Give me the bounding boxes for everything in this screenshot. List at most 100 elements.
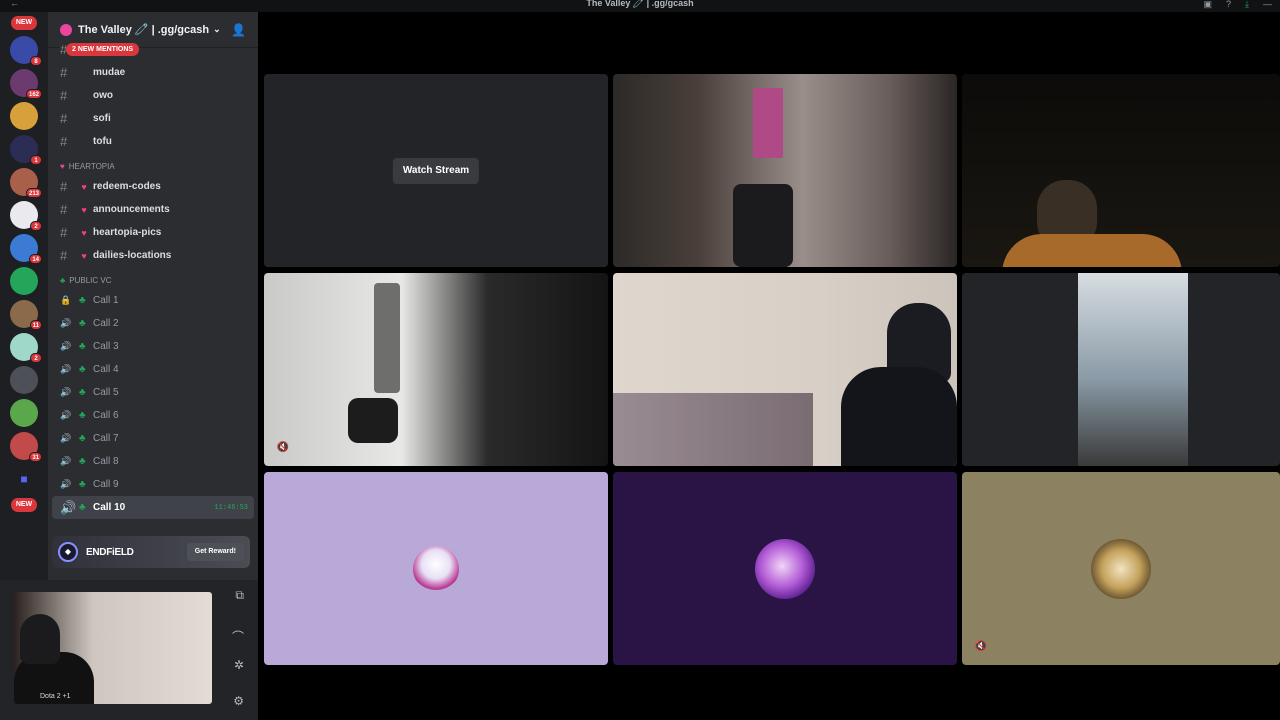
user-avatar — [1091, 538, 1151, 599]
user-panel: Dota 2 +1 ⧉ ⌒ ✲ ⚙ — [0, 580, 258, 720]
voice-channel-call-10[interactable]: 🔊 ♣ Call 10 11:46:53 — [52, 496, 254, 519]
channel-name: Call 5 — [93, 387, 119, 398]
hash-icon: # — [60, 111, 68, 126]
headphones-icon[interactable]: ⌒ — [232, 628, 244, 645]
unread-badge: 31 — [29, 452, 42, 462]
title-bar: ← The Valley 🧷 | .gg/gcash ▣ ? ⤓ — — [0, 0, 1280, 12]
channel-call-8[interactable]: 🔊 ♣ Call 8 — [48, 450, 258, 473]
channel-sofi[interactable]: # sofi — [48, 107, 258, 130]
channel-heartopia-pics[interactable]: # ♥ heartopia-pics — [48, 221, 258, 244]
server-icon[interactable]: 11 — [10, 300, 42, 330]
self-camera-preview[interactable]: Dota 2 +1 — [14, 592, 212, 704]
soundboard-icon[interactable]: ✲ — [234, 658, 244, 672]
video-tile-person-2[interactable] — [613, 273, 957, 466]
channel-dailies-locations[interactable]: # ♥ dailies-locations — [48, 244, 258, 267]
server-icon[interactable]: 2 — [10, 333, 42, 363]
hash-icon: # — [60, 65, 68, 80]
download-icon[interactable]: ⤓ — [1245, 0, 1249, 10]
server-icon[interactable] — [10, 102, 38, 130]
call-timer: 11:46:53 — [214, 503, 248, 512]
discord-folder-icon[interactable]: ■ — [10, 465, 38, 493]
add-member-icon[interactable]: 👤 — [231, 23, 246, 37]
channel-call-9[interactable]: 🔊 ♣ Call 9 — [48, 473, 258, 496]
channel-name: sofi — [93, 113, 111, 124]
channel-announcements[interactable]: # ♥ announcements — [48, 198, 258, 221]
speaker-icon: 🔊 — [60, 318, 72, 328]
channel-call-5[interactable]: 🔊 ♣ Call 5 — [48, 381, 258, 404]
channel-call-1[interactable]: 🔒 ♣ Call 1 — [48, 289, 258, 312]
channel-mudae[interactable]: # mudae — [48, 61, 258, 84]
promo-name: ENDFiELD — [86, 546, 134, 558]
video-tile-person[interactable] — [962, 74, 1280, 267]
inbox-icon[interactable]: ▣ — [1203, 0, 1212, 10]
channel-call-2[interactable]: 🔊 ♣ Call 2 — [48, 312, 258, 335]
avatar-tile-2[interactable] — [613, 472, 957, 665]
get-reward-button[interactable]: Get Reward! — [186, 543, 244, 561]
channel-name: Call 7 — [93, 433, 119, 444]
video-tile-room[interactable] — [613, 74, 957, 267]
speaker-icon: 🔊 — [60, 499, 77, 515]
channel-call-6[interactable]: 🔊 ♣ Call 6 — [48, 404, 258, 427]
unread-badge: 213 — [25, 188, 42, 198]
channel-name: Call 8 — [93, 456, 119, 467]
clover-icon: ♣ — [79, 502, 86, 513]
stream-tile[interactable]: Watch Stream — [264, 74, 608, 267]
channel-call-4[interactable]: 🔊 ♣ Call 4 — [48, 358, 258, 381]
speaker-icon: 🔊 — [60, 433, 72, 443]
channel-call-3[interactable]: 🔊 ♣ Call 3 — [48, 335, 258, 358]
channel-name: Call 1 — [93, 295, 119, 306]
clover-icon: ♣ — [79, 318, 86, 329]
heart-icon: ♥ — [81, 250, 87, 261]
server-icon[interactable] — [10, 366, 38, 394]
minimize-icon[interactable]: — — [1263, 0, 1272, 10]
server-icon[interactable] — [10, 399, 38, 427]
channel-tofu[interactable]: # tofu — [48, 130, 258, 153]
clover-icon: ♣ — [79, 433, 86, 444]
channel-name: owo — [93, 90, 113, 101]
new-badge[interactable]: NEW — [11, 16, 37, 30]
server-icon[interactable]: 1 — [10, 135, 42, 165]
heart-icon: ♥ — [81, 227, 87, 238]
server-icon[interactable]: 31 — [10, 432, 42, 462]
hash-icon: # — [60, 134, 68, 149]
muted-icon: 🔇 — [974, 641, 988, 652]
channel-owo[interactable]: # owo — [48, 84, 258, 107]
gaming-chair — [733, 184, 793, 267]
watch-stream-button[interactable]: Watch Stream — [392, 157, 480, 184]
category-public-vc[interactable]: ♣ PUBLIC VC — [48, 267, 258, 289]
user-avatar — [413, 545, 459, 592]
avatar-tile-1[interactable] — [264, 472, 608, 665]
hash-icon: # — [60, 88, 68, 103]
channel-name: Call 3 — [93, 341, 119, 352]
speaker-icon: 🔊 — [60, 387, 72, 397]
hash-icon: # — [60, 179, 68, 194]
speaker-icon: 🔊 — [60, 456, 72, 466]
new-mentions-pill[interactable]: 2 NEW MENTIONS — [66, 43, 140, 56]
channel-call-7[interactable]: 🔊 ♣ Call 7 — [48, 427, 258, 450]
server-icon[interactable]: 8 — [10, 36, 42, 66]
screen-share-icon[interactable]: ⧉ — [235, 588, 244, 603]
help-icon[interactable]: ? — [1226, 0, 1231, 10]
chevron-down-icon: ⌄ — [213, 24, 221, 34]
new-badge-bottom[interactable]: NEW — [11, 498, 37, 512]
server-icon[interactable]: 162 — [10, 69, 42, 99]
settings-gear-icon[interactable]: ⚙ — [233, 694, 244, 708]
activity-text: Dota 2 +1 — [40, 693, 71, 700]
heart-icon: ♥ — [81, 181, 87, 192]
server-icon — [60, 23, 72, 36]
clover-icon: ♣ — [79, 410, 86, 421]
muted-icon: 🔇 — [276, 442, 290, 453]
server-icon[interactable] — [10, 267, 38, 295]
avatar-tile-3[interactable]: 🔇 — [962, 472, 1280, 665]
video-tile-phone[interactable] — [962, 273, 1280, 466]
channel-redeem-codes[interactable]: # ♥ redeem-codes — [48, 175, 258, 198]
category-heartopia[interactable]: ♥ HEARTOPIA — [48, 153, 258, 175]
clover-icon: ♣ — [79, 364, 86, 375]
server-icon[interactable]: 14 — [10, 234, 42, 264]
video-tile-door[interactable]: 🔇 — [264, 273, 608, 466]
speaker-icon: 🔊 — [60, 341, 72, 351]
server-icon[interactable]: 213 — [10, 168, 42, 198]
lock-icon: 🔒 — [60, 295, 72, 305]
promo-banner[interactable]: ◆ ENDFiELD Get Reward! — [52, 536, 250, 568]
server-icon[interactable]: 2 — [10, 201, 42, 231]
